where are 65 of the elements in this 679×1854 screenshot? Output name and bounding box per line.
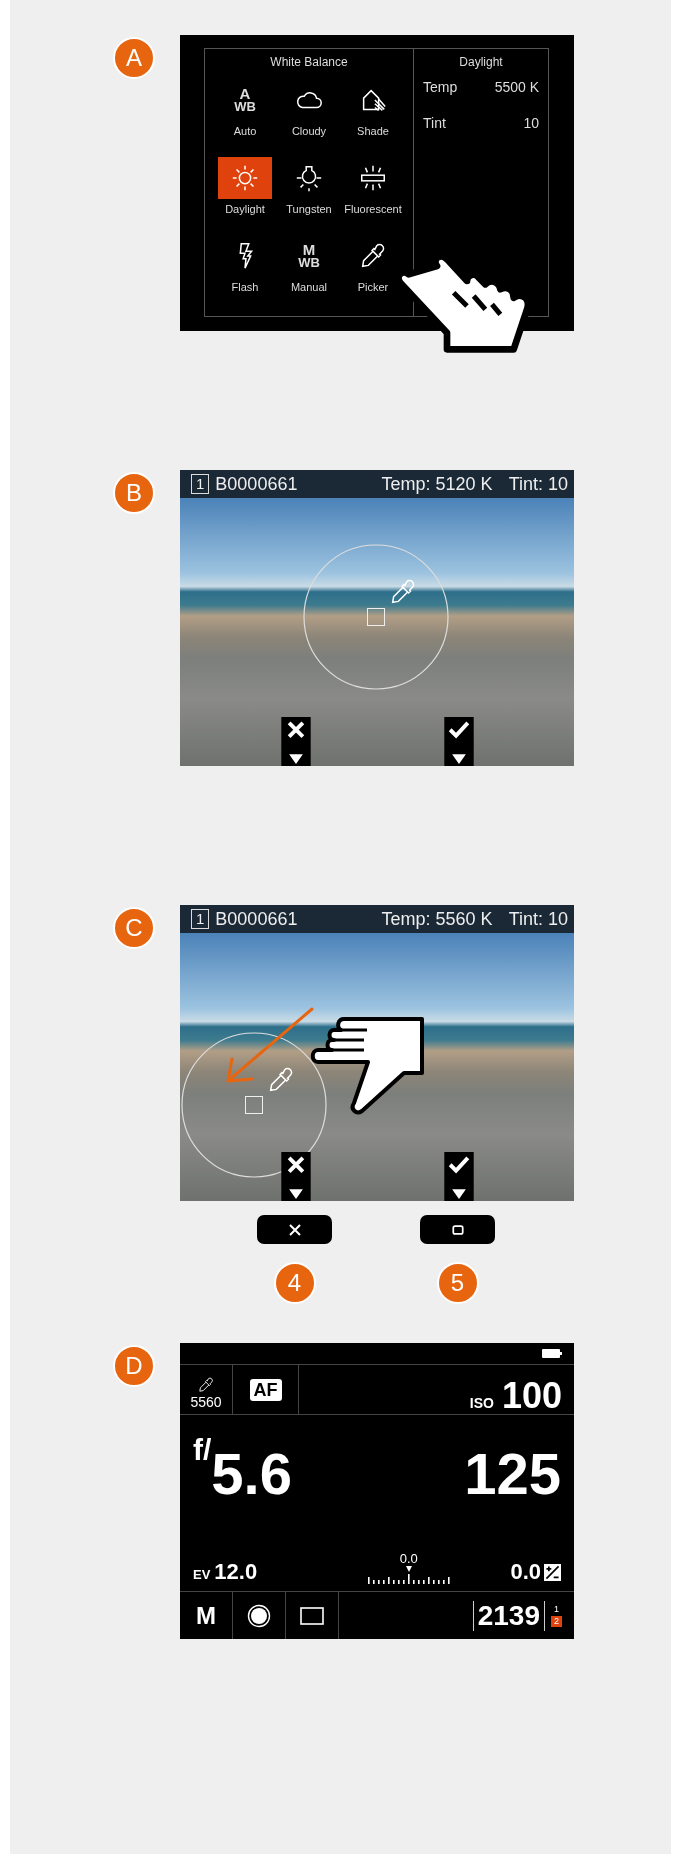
preset-button[interactable]: M WB Manual	[277, 229, 341, 305]
iso-value: 100	[501, 1375, 562, 1417]
card-slot: 1	[551, 1604, 562, 1615]
step-badge: D	[113, 1345, 155, 1387]
autofocus-indicator: AF	[249, 1378, 282, 1401]
ev-value: 12.0	[214, 1559, 258, 1585]
preset-button[interactable]: Fluorescent	[341, 151, 405, 227]
step-badge: A	[113, 37, 155, 79]
battery-icon	[542, 1349, 562, 1358]
setting-value: 10	[523, 115, 539, 133]
metering-icon	[247, 1603, 271, 1628]
ev-label: EV	[193, 1567, 211, 1582]
preset-button[interactable]: Daylight	[213, 151, 277, 227]
setting-label: Temp	[423, 79, 458, 97]
aperture-prefix: f/	[193, 1435, 212, 1465]
preset-button[interactable]: Cloudy	[277, 73, 341, 149]
check-icon	[444, 717, 474, 766]
preset-button[interactable]: Shade	[341, 73, 405, 149]
rectangle-icon	[300, 1606, 324, 1625]
sun-icon	[230, 163, 260, 193]
plus-minus-icon	[544, 1563, 561, 1581]
tube-light-icon	[358, 163, 388, 193]
temperature-reading: Temp: 5560 K	[381, 908, 493, 930]
step-badge: 4	[273, 1262, 316, 1304]
tint-reading: Tint: 10	[508, 473, 568, 495]
detail-title: Daylight	[458, 55, 504, 69]
compensation-value: 0.0	[510, 1559, 541, 1585]
target-square	[245, 1096, 263, 1114]
cross-icon	[281, 1152, 311, 1201]
meter-reading: 0.0	[399, 1551, 418, 1566]
preset-button[interactable]: Picker	[341, 229, 405, 305]
step-badge: C	[113, 907, 155, 949]
close-icon	[288, 1223, 301, 1236]
eyedropper-icon	[197, 1376, 215, 1394]
preset-button[interactable]: Flash	[213, 229, 277, 305]
check-icon	[444, 1152, 474, 1201]
shots-remaining: 2139	[472, 1600, 545, 1631]
wb-text-icon: M WB	[298, 243, 320, 269]
menu-title: White Balance	[270, 55, 348, 69]
wb-text-icon: A WB	[234, 87, 256, 113]
tint-reading: Tint: 10	[508, 908, 568, 930]
setting-value: 5500 K	[494, 79, 539, 97]
temperature-value: 5560	[190, 1394, 222, 1410]
hardware-button[interactable]	[420, 1215, 495, 1244]
hardware-button[interactable]	[257, 1215, 332, 1244]
target-square	[367, 608, 385, 626]
shutter-speed: 125	[464, 1445, 561, 1503]
square-icon	[451, 1223, 464, 1236]
preset-button[interactable]: Tungsten	[277, 151, 341, 227]
step-badge: B	[113, 472, 155, 514]
card-slot: 2	[551, 1616, 562, 1627]
exposure-mode: M	[196, 1601, 216, 1630]
cross-icon	[281, 717, 311, 766]
temperature-reading: Temp: 5120 K	[381, 473, 493, 495]
preset-button[interactable]: A WB Auto	[213, 73, 277, 149]
iso-label: ISO	[469, 1395, 494, 1411]
setting-label: Tint	[423, 115, 446, 133]
card-slot-indicator: 1	[191, 474, 210, 494]
aperture-value: 5.6	[211, 1445, 292, 1503]
bulb-icon	[294, 163, 324, 193]
file-name: B0000661	[215, 473, 298, 495]
meter-pointer-icon	[405, 1566, 412, 1572]
file-name: B0000661	[215, 908, 298, 930]
step-badge: 5	[436, 1262, 479, 1304]
card-slot-indicator: 1	[191, 909, 210, 929]
